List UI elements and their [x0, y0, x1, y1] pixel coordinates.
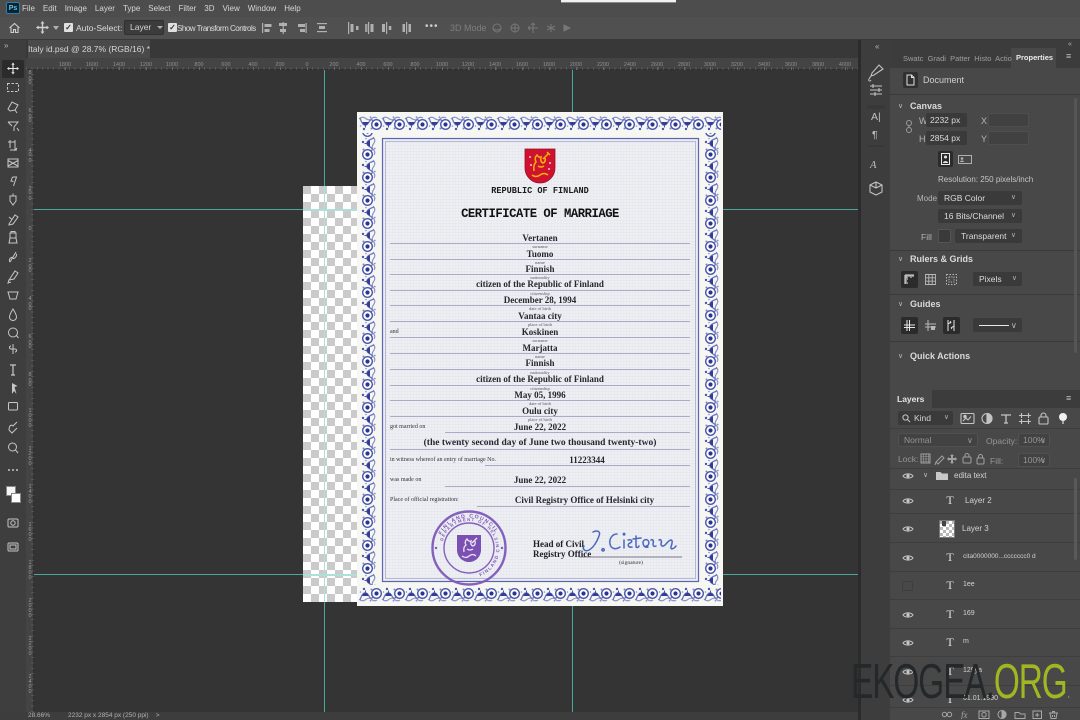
svg-text:0: 0 [28, 461, 31, 467]
svg-text:A: A [869, 160, 877, 171]
svg-text:0: 0 [28, 196, 31, 202]
svg-text:0: 0 [28, 613, 31, 619]
svg-text:0: 0 [28, 158, 31, 164]
svg-text:0: 0 [28, 689, 31, 695]
svg-text:0: 0 [28, 423, 31, 429]
svg-text:0: 0 [28, 499, 31, 505]
svg-text:(signature): (signature) [619, 559, 643, 566]
svg-text:0: 0 [28, 344, 31, 350]
svg-text:0: 0 [28, 537, 31, 543]
svg-text:0: 0 [28, 80, 31, 86]
svg-text:¶: ¶ [872, 129, 878, 141]
svg-text:fx: fx [961, 710, 968, 719]
svg-text:0: 0 [28, 382, 31, 388]
svg-text:0: 0 [28, 575, 31, 581]
svg-text:0: 0 [28, 306, 31, 312]
svg-text:0: 0 [28, 226, 31, 232]
svg-text:0: 0 [28, 118, 31, 124]
svg-text:0: 0 [28, 268, 31, 274]
svg-text:A|: A| [871, 111, 881, 123]
svg-text:0: 0 [28, 651, 31, 657]
